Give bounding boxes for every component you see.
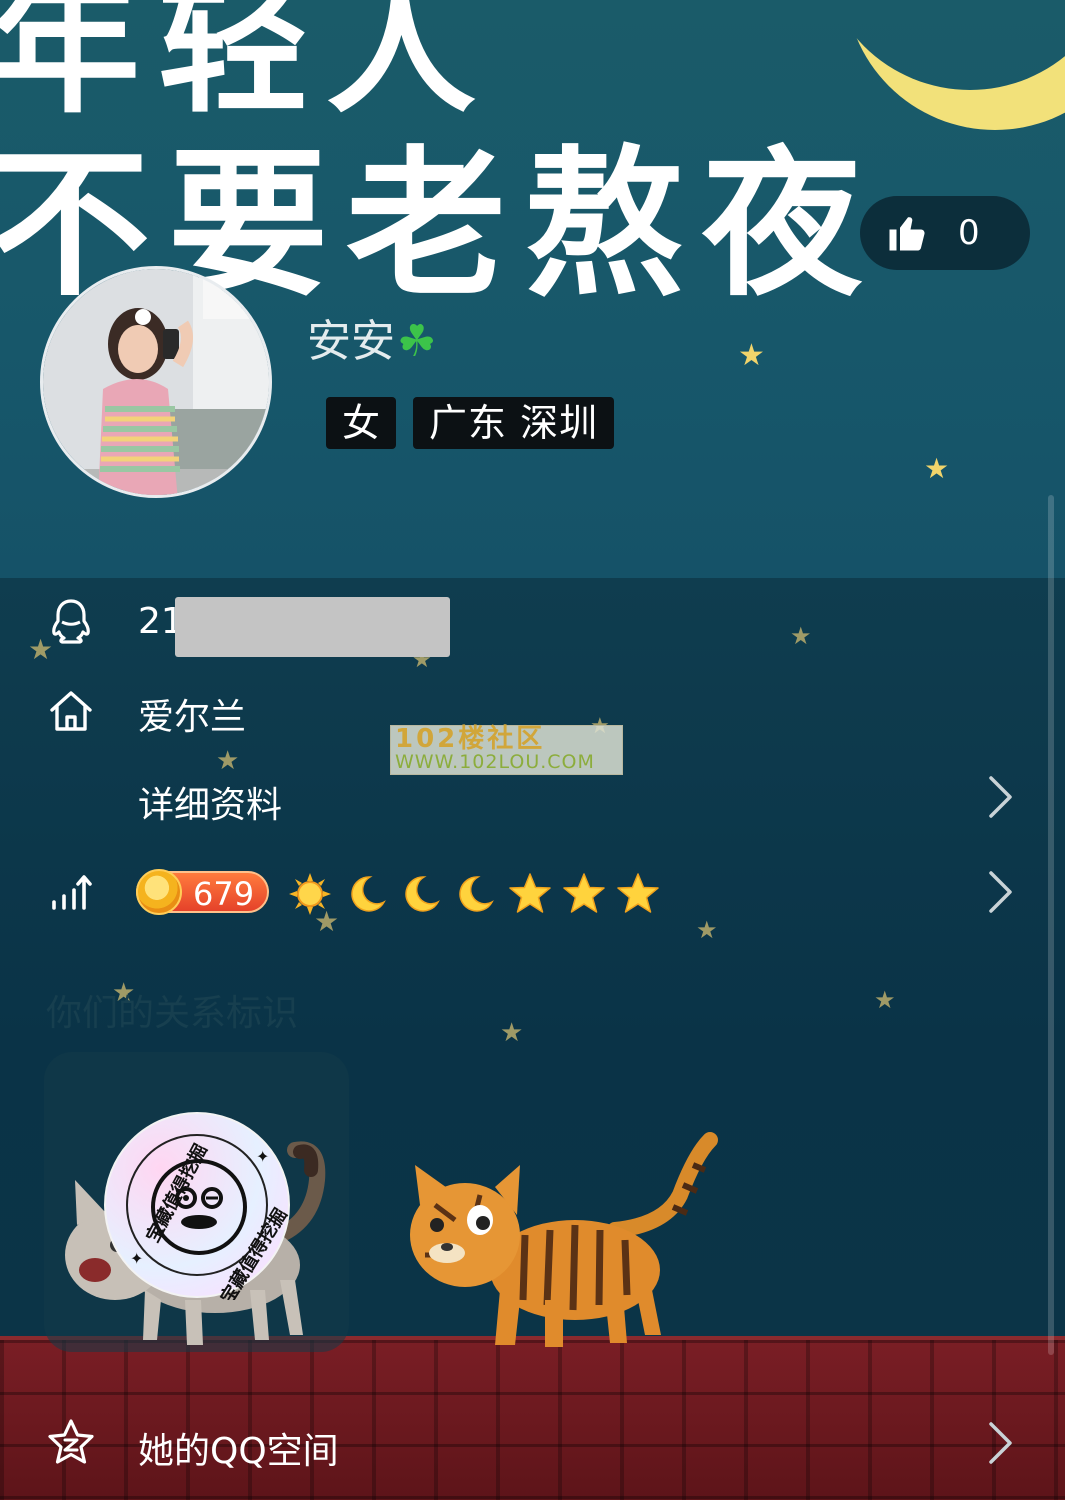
avatar-photo <box>43 269 269 495</box>
moon-icon <box>459 876 494 912</box>
star-decoration: ★ <box>500 1018 524 1048</box>
clover-emoji: ☘ <box>397 316 437 367</box>
watermark-url: WWW.102LOU.COM <box>395 751 595 773</box>
level-coin-icon <box>136 869 182 915</box>
star-icon <box>617 873 659 913</box>
star-decoration: ★ <box>924 452 950 485</box>
relation-title: 你们的关系标识 <box>46 993 299 1034</box>
hometown: 爱尔兰 <box>138 697 247 738</box>
star-decoration: ★ <box>216 746 240 776</box>
scrollbar[interactable] <box>1048 495 1054 1355</box>
star-decoration: ★ <box>790 622 812 650</box>
stamp-face-icon: 宝藏值得挖掘 宝藏值得挖掘 ✦ ✦ <box>130 1140 292 1300</box>
qq-penguin-icon <box>52 599 90 644</box>
star-decoration: ★ <box>696 916 718 944</box>
level-trend-icon <box>52 875 92 910</box>
sun-icon <box>289 873 331 915</box>
stamp-text-top: 宝藏值得挖掘 <box>142 1140 212 1246</box>
star-icon <box>509 873 551 913</box>
moon-icon <box>405 876 440 912</box>
thumbs-up-icon <box>889 217 925 251</box>
svg-text:✦: ✦ <box>256 1147 269 1166</box>
site-watermark: 102楼社区 WWW.102LOU.COM <box>390 725 623 775</box>
like-button[interactable]: 0 <box>860 196 1030 270</box>
nickname-text: 安安 <box>307 316 395 367</box>
qq-number-redaction <box>175 597 450 657</box>
qzone-star-icon <box>48 1419 94 1464</box>
qq-space-link[interactable]: 她的QQ空间 <box>138 1422 339 1474</box>
home-icon <box>50 691 92 731</box>
chevron-right-icon[interactable] <box>985 869 1015 915</box>
star-decoration: ★ <box>738 338 765 373</box>
stamp-text-bottom: 宝藏值得挖掘 <box>216 1204 292 1300</box>
tiger-cat-decoration <box>410 1132 718 1347</box>
region-tag: 广东 深圳 <box>413 397 615 449</box>
svg-text:✦: ✦ <box>130 1249 143 1268</box>
moon-icon <box>351 876 386 912</box>
level-badge[interactable]: 679 <box>136 869 269 915</box>
avatar[interactable] <box>40 266 272 498</box>
star-decoration: ★ <box>874 986 896 1014</box>
star-icon <box>563 873 605 913</box>
like-count: 0 <box>958 213 980 253</box>
gender-tag: 女 <box>326 397 397 449</box>
watermark-title: 102楼社区 <box>395 724 546 754</box>
level-value: 679 <box>193 875 255 913</box>
nickname: 安安☘ <box>307 305 436 369</box>
details-link[interactable]: 详细资料 <box>138 776 282 828</box>
treasure-stamp-badge: 宝藏值得挖掘 宝藏值得挖掘 ✦ ✦ <box>104 1112 292 1300</box>
chevron-right-icon[interactable] <box>985 774 1015 820</box>
chevron-right-icon[interactable] <box>985 1420 1015 1466</box>
